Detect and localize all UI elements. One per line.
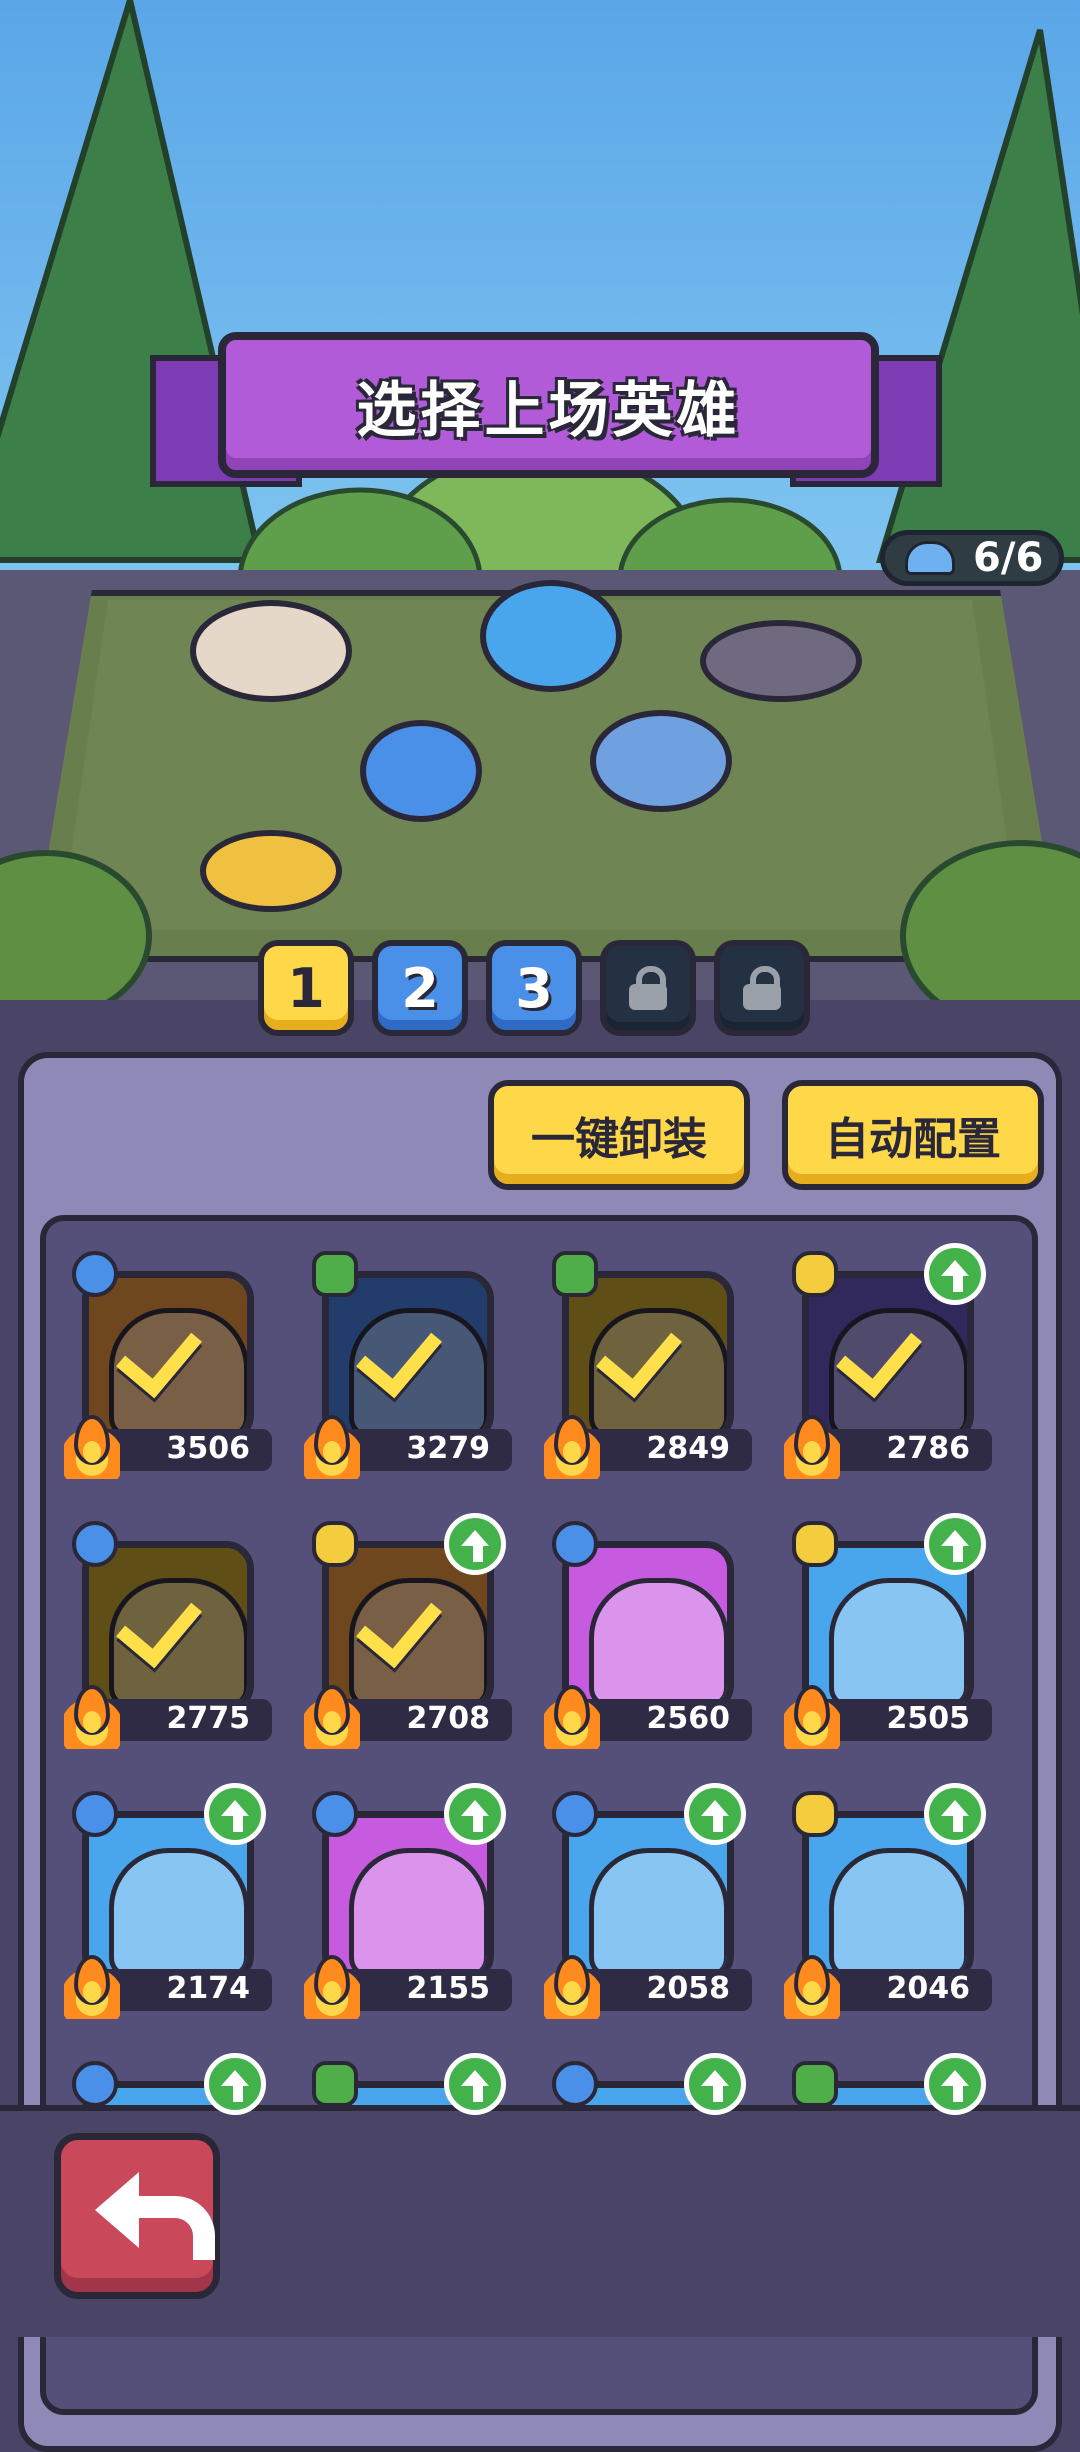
power-value: 3279 [406, 1431, 491, 1466]
sword-class-icon [544, 2053, 606, 2115]
power-value: 2708 [406, 1701, 491, 1736]
hero-card[interactable]: 2058 [544, 1783, 752, 2019]
lock-icon [629, 966, 667, 1010]
hero-card[interactable]: 3279 [304, 1243, 512, 1479]
hero-portrait [349, 1848, 487, 1976]
hero-count: 6/6 [973, 535, 1044, 581]
power-value: 2155 [406, 1971, 491, 2006]
power-value: 2058 [646, 1971, 731, 2006]
lock-icon [743, 966, 781, 1010]
up-arrow-icon [684, 2053, 746, 2115]
hero-portrait [829, 1848, 967, 1976]
sword-class-icon [544, 1513, 606, 1575]
page-title: 选择上场英雄 [356, 375, 741, 446]
flame-icon [544, 1685, 600, 1749]
flame-icon [64, 1415, 120, 1479]
hero-portrait [109, 1848, 247, 1976]
skull-class-icon [784, 1783, 846, 1845]
hero-card[interactable]: 2708 [304, 1513, 512, 1749]
hero-on-field[interactable] [360, 720, 482, 822]
hero-on-field[interactable] [190, 600, 352, 702]
flame-icon [304, 1685, 360, 1749]
sword-class-icon [304, 1783, 366, 1845]
up-arrow-icon [924, 1243, 986, 1305]
flame-icon [64, 1955, 120, 2019]
flame-icon [544, 1955, 600, 2019]
power-value: 2505 [886, 1701, 971, 1736]
team-tab-locked-4[interactable] [600, 940, 696, 1036]
back-arrow-icon [95, 2172, 139, 2248]
team-tab-locked-5[interactable] [714, 940, 810, 1036]
power-value: 2775 [166, 1701, 251, 1736]
power-value: 2849 [646, 1431, 731, 1466]
hero-card[interactable]: 3506 [64, 1243, 272, 1479]
hero-card[interactable]: 2775 [64, 1513, 272, 1749]
power-value: 2560 [646, 1701, 731, 1736]
up-arrow-icon [684, 1783, 746, 1845]
flame-icon [544, 1415, 600, 1479]
gear-class-icon [784, 2053, 846, 2115]
gear-class-icon [304, 1243, 366, 1305]
up-arrow-icon [444, 1513, 506, 1575]
sword-class-icon [64, 1513, 126, 1575]
power-value: 2786 [886, 1431, 971, 1466]
up-arrow-icon [204, 2053, 266, 2115]
title-banner: 选择上场英雄 [218, 332, 879, 478]
flame-icon [64, 1685, 120, 1749]
gear-class-icon [304, 2053, 366, 2115]
hero-on-field[interactable] [590, 710, 732, 812]
hero-card[interactable]: 2174 [64, 1783, 272, 2019]
hero-card[interactable]: 2505 [784, 1513, 992, 1749]
back-button[interactable] [54, 2133, 220, 2299]
sword-class-icon [64, 1783, 126, 1845]
hero-card[interactable]: 2849 [544, 1243, 752, 1479]
flame-icon [304, 1415, 360, 1479]
tab-label: 3 [515, 956, 553, 1020]
sword-class-icon [64, 2053, 126, 2115]
unequip-all-button[interactable]: 一键卸装 [488, 1080, 750, 1190]
power-value: 2046 [886, 1971, 971, 2006]
sword-class-icon [64, 1243, 126, 1305]
auto-config-button[interactable]: 自动配置 [782, 1080, 1044, 1190]
hero-card[interactable]: 2155 [304, 1783, 512, 2019]
back-arrow-tail [137, 2196, 215, 2260]
up-arrow-icon [924, 1783, 986, 1845]
tab-label: 1 [287, 956, 325, 1020]
hero-on-field[interactable] [700, 620, 862, 702]
team-tab-2[interactable]: 2 [372, 940, 468, 1036]
up-arrow-icon [204, 1783, 266, 1845]
team-tabs: 1 2 3 [258, 940, 810, 1036]
hero-card[interactable]: 2786 [784, 1243, 992, 1479]
hero-card[interactable]: 2560 [544, 1513, 752, 1749]
hero-portrait [589, 1848, 727, 1976]
skull-class-icon [784, 1513, 846, 1575]
flame-icon [784, 1415, 840, 1479]
up-arrow-icon [924, 1513, 986, 1575]
skull-class-icon [304, 1513, 366, 1575]
flame-icon [304, 1955, 360, 2019]
team-tab-3[interactable]: 3 [486, 940, 582, 1036]
hero-on-field[interactable] [480, 580, 622, 692]
flame-icon [784, 1955, 840, 2019]
hero-portrait [589, 1578, 727, 1706]
slime-icon [905, 541, 955, 575]
team-tab-1[interactable]: 1 [258, 940, 354, 1036]
up-arrow-icon [924, 2053, 986, 2115]
battlefield-scene [0, 0, 1080, 1000]
flame-icon [784, 1685, 840, 1749]
up-arrow-icon [444, 1783, 506, 1845]
hero-card[interactable]: 2046 [784, 1783, 992, 2019]
sword-class-icon [544, 1783, 606, 1845]
unequip-all-label: 一键卸装 [531, 1114, 707, 1165]
power-value: 2174 [166, 1971, 251, 2006]
power-value: 3506 [166, 1431, 251, 1466]
hero-portrait [829, 1578, 967, 1706]
auto-config-label: 自动配置 [825, 1114, 1001, 1165]
tab-label: 2 [401, 956, 439, 1020]
gear-class-icon [544, 1243, 606, 1305]
skull-class-icon [784, 1243, 846, 1305]
hero-count-badge: 6/6 [880, 530, 1064, 586]
hero-on-field[interactable] [200, 830, 342, 912]
up-arrow-icon [444, 2053, 506, 2115]
